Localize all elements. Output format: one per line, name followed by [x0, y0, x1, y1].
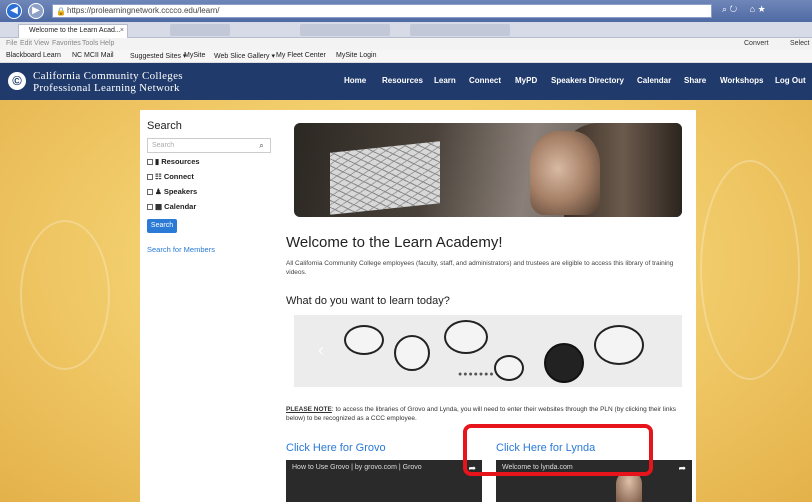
search-icon-button[interactable]: ⌕ — [253, 138, 271, 153]
lock-icon: 🔒 — [56, 7, 66, 16]
tab-learn-academy[interactable]: Welcome to the Learn Acad... × — [18, 24, 128, 38]
nav-connect[interactable]: Connect — [469, 76, 501, 85]
background-tab[interactable] — [410, 24, 510, 36]
fav-web-slice[interactable]: Web Slice Gallery ▾ — [214, 52, 275, 60]
logo-line-1[interactable]: California Community Colleges — [33, 70, 183, 82]
url-text: https://prolearningnetwork.cccco.edu/lea… — [67, 6, 220, 15]
carousel-doodle — [594, 325, 644, 365]
nav-calendar[interactable]: Calendar — [637, 76, 671, 85]
fav-mysite[interactable]: MySite — [184, 52, 205, 59]
carousel-doodle — [444, 320, 488, 354]
forward-button[interactable]: ▶ — [28, 3, 44, 19]
fav-mail[interactable]: NC MCII Mail — [72, 52, 114, 59]
nav-home[interactable]: Home — [344, 76, 366, 85]
background-decoration — [20, 220, 110, 370]
address-tools[interactable]: ⌕ ↻ ⌂ ★ — [722, 4, 766, 15]
search-icon[interactable]: ⌕ — [722, 4, 727, 14]
menu-help[interactable]: Help — [100, 40, 114, 47]
fav-fleet-center[interactable]: My Fleet Center — [276, 52, 326, 59]
search-members-link[interactable]: Search for Members — [147, 245, 215, 254]
logo-line-2[interactable]: Professional Learning Network — [33, 82, 180, 94]
hero-laptop-screen — [330, 141, 440, 215]
back-button[interactable]: ◀ — [6, 3, 22, 19]
tab-title: Welcome to the Learn Acad... — [29, 27, 121, 34]
pln-logo-icon[interactable]: © — [8, 72, 26, 90]
site-header: © California Community Colleges Professi… — [0, 63, 812, 100]
menu-tools[interactable]: Tools — [82, 40, 98, 47]
fav-blackboard[interactable]: Blackboard Learn — [6, 52, 61, 59]
close-tab-icon[interactable]: × — [120, 25, 124, 37]
browser-titlebar: ◀ ▶ 🔒 https://prolearningnetwork.cccco.e… — [0, 0, 812, 22]
menu-bar: File Edit View Favorites Tools Help Conv… — [0, 38, 812, 50]
fav-mysite-login[interactable]: MySite Login — [336, 52, 376, 59]
carousel-prev-icon[interactable]: ‹ — [318, 340, 332, 362]
grovo-link[interactable]: Click Here for Grovo — [286, 442, 386, 454]
nav-workshops[interactable]: Workshops — [720, 76, 763, 85]
select-button[interactable]: Select — [790, 40, 809, 47]
share-icon[interactable]: ➦ — [678, 463, 686, 474]
menu-view[interactable]: View — [34, 40, 49, 47]
convert-button[interactable]: Convert — [744, 40, 769, 47]
background-tab[interactable] — [300, 24, 390, 36]
check-connect[interactable]: ☷ Connect — [147, 172, 194, 181]
search-sidebar: Search Search ⌕ ▮ Resources ☷ Connect ♟ … — [140, 110, 280, 502]
grovo-video[interactable]: How to Use Grovo | by grovo.com | Grovo … — [286, 460, 482, 502]
nav-learn[interactable]: Learn — [434, 76, 456, 85]
menu-favorites[interactable]: Favorites — [52, 40, 81, 47]
carousel-doodle — [394, 335, 430, 371]
address-bar[interactable]: 🔒 https://prolearningnetwork.cccco.edu/l… — [52, 4, 712, 18]
background-tab[interactable] — [170, 24, 230, 36]
hero-person-face — [530, 131, 600, 215]
lynda-highlight-box — [463, 424, 653, 476]
learn-question-heading: What do you want to learn today? — [286, 295, 450, 307]
refresh-icon[interactable]: ↻ — [730, 4, 738, 14]
intro-text: All California Community College employe… — [286, 260, 674, 276]
nav-speakers-directory[interactable]: Speakers Directory — [551, 76, 624, 85]
carousel-doodle — [544, 343, 584, 383]
menu-file[interactable]: File — [6, 40, 17, 47]
page-title: Welcome to the Learn Academy! — [286, 234, 503, 251]
fav-suggested-sites[interactable]: Suggested Sites ▾ — [130, 52, 186, 60]
search-button[interactable]: Search — [147, 219, 177, 233]
favorites-bar: Blackboard Learn NC MCII Mail Suggested … — [0, 50, 812, 63]
hero-image — [294, 123, 682, 217]
nav-log-out[interactable]: Log Out — [775, 76, 806, 85]
check-calendar[interactable]: ▦ Calendar — [147, 202, 196, 211]
nav-mypd[interactable]: MyPD — [515, 76, 537, 85]
menu-edit[interactable]: Edit — [20, 40, 32, 47]
image-carousel[interactable]: ‹ ●●●●●●● — [294, 315, 682, 387]
sidebar-title: Search — [147, 120, 182, 132]
note-body: : to access the libraries of Grovo and L… — [286, 406, 676, 422]
tab-bar: Welcome to the Learn Acad... × — [0, 22, 812, 38]
carousel-doodle — [494, 355, 524, 381]
video-presenter — [616, 472, 642, 502]
check-resources[interactable]: ▮ Resources — [147, 157, 200, 166]
favorites-star-icon[interactable]: ★ — [758, 4, 766, 14]
please-note-text: PLEASE NOTE: to access the libraries of … — [286, 405, 686, 423]
carousel-indicators[interactable]: ●●●●●●● — [458, 371, 495, 378]
check-speakers[interactable]: ♟ Speakers — [147, 187, 197, 196]
background-decoration — [700, 160, 800, 380]
nav-share[interactable]: Share — [684, 76, 706, 85]
nav-resources[interactable]: Resources — [382, 76, 423, 85]
carousel-doodle — [344, 325, 384, 355]
home-icon[interactable]: ⌂ — [750, 4, 755, 14]
grovo-video-title[interactable]: How to Use Grovo | by grovo.com | Grovo — [292, 464, 422, 471]
note-label: PLEASE NOTE — [286, 406, 332, 413]
